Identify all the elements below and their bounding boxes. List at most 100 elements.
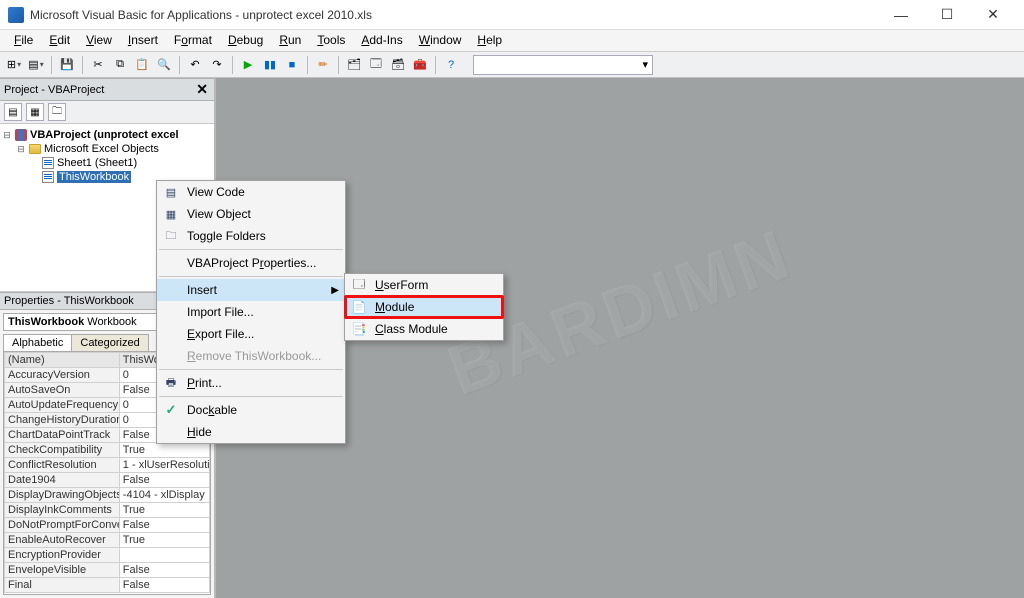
tab-categorized[interactable]: Categorized xyxy=(71,334,148,351)
property-value[interactable]: False xyxy=(119,578,209,593)
undo-button[interactable]: ↶ xyxy=(185,55,205,75)
property-value[interactable]: True xyxy=(119,443,209,458)
property-row[interactable]: EnableAutoRecoverTrue xyxy=(5,533,210,548)
copy-button[interactable]: ⧉ xyxy=(110,55,130,75)
procedure-combo[interactable]: ▾ xyxy=(473,55,653,75)
ctx-import-file[interactable]: Import File... xyxy=(157,301,345,323)
menu-insert[interactable]: Insert xyxy=(120,30,166,51)
property-value[interactable]: False xyxy=(119,518,209,533)
menu-debug[interactable]: Debug xyxy=(220,30,271,51)
ctx-toggle-folders[interactable]: 🗀Toggle Folders xyxy=(157,225,345,247)
submenu-arrow-icon: ▶ xyxy=(331,285,339,296)
menu-format[interactable]: Format xyxy=(166,30,220,51)
property-value[interactable]: False xyxy=(119,473,209,488)
menu-file[interactable]: File xyxy=(6,30,41,51)
ctx-insert[interactable]: Insert▶ xyxy=(157,279,345,301)
property-value[interactable]: True xyxy=(119,533,209,548)
property-value[interactable] xyxy=(119,548,209,563)
submenu-module[interactable]: 📄Module xyxy=(345,296,503,318)
tree-excel-objects[interactable]: ⊟ Microsoft Excel Objects xyxy=(2,142,212,156)
break-button[interactable]: ▮▮ xyxy=(260,55,280,75)
run-button[interactable]: ▶ xyxy=(238,55,258,75)
twist-icon[interactable]: ⊟ xyxy=(16,144,26,155)
minimize-button[interactable]: — xyxy=(878,0,924,30)
ctx-dockable[interactable]: ✓Dockable xyxy=(157,399,345,421)
title-bar: Microsoft Visual Basic for Applications … xyxy=(0,0,1024,30)
object-browser-button[interactable]: 🗃 xyxy=(388,55,408,75)
workbook-icon xyxy=(42,171,54,183)
ctx-print[interactable]: 🖶Print... xyxy=(157,372,345,394)
redo-button[interactable]: ↷ xyxy=(207,55,227,75)
property-name: EncryptionProvider xyxy=(5,548,120,563)
menu-run[interactable]: Run xyxy=(271,30,309,51)
property-row[interactable]: DisplayDrawingObjects-4104 - xlDisplay xyxy=(5,488,210,503)
property-row[interactable]: CheckCompatibilityTrue xyxy=(5,443,210,458)
ctx-view-object[interactable]: ▦View Object xyxy=(157,203,345,225)
print-icon: 🖶 xyxy=(161,374,181,392)
code-icon: ▤ xyxy=(161,183,181,201)
standard-toolbar: ⊞ ▤ 💾 ✂ ⧉ 📋 🔍 ↶ ↷ ▶ ▮▮ ■ ✏ 🗂 🗔 🗃 🧰 ? ▾ xyxy=(0,52,1024,78)
cut-button[interactable]: ✂ xyxy=(88,55,108,75)
tree-thisworkbook-label: ThisWorkbook xyxy=(57,171,131,183)
project-panel-toolbar: ▤ ▦ 🗀 xyxy=(0,101,214,124)
reset-button[interactable]: ■ xyxy=(282,55,302,75)
property-value[interactable]: 1 - xlUserResolution xyxy=(119,458,209,473)
project-explorer-button[interactable]: 🗂 xyxy=(344,55,364,75)
property-row[interactable]: ConflictResolution1 - xlUserResolution xyxy=(5,458,210,473)
insert-userform-button[interactable]: ▤ xyxy=(26,55,46,75)
insert-submenu: 🗔UserForm 📄Module 📑Class Module xyxy=(344,273,504,341)
tree-sheet1[interactable]: Sheet1 (Sheet1) xyxy=(2,156,212,170)
find-button[interactable]: 🔍 xyxy=(154,55,174,75)
view-object-icon[interactable]: ▦ xyxy=(26,103,44,121)
properties-panel-title-text: Properties - ThisWorkbook xyxy=(4,295,134,307)
tree-root-label: VBAProject (unprotect excel xyxy=(30,129,179,141)
property-row[interactable]: DisplayInkCommentsTrue xyxy=(5,503,210,518)
submenu-userform[interactable]: 🗔UserForm xyxy=(345,274,503,296)
property-row[interactable]: DoNotPromptForConvertFalse xyxy=(5,518,210,533)
view-microsoft-excel-button[interactable]: ⊞ xyxy=(4,55,24,75)
property-name: DisplayDrawingObjects xyxy=(5,488,120,503)
view-code-icon[interactable]: ▤ xyxy=(4,103,22,121)
property-value[interactable]: False xyxy=(119,563,209,578)
ctx-project-properties[interactable]: VBAProject Properties... xyxy=(157,252,345,274)
tab-alphabetic[interactable]: Alphabetic xyxy=(3,334,72,351)
toggle-folders-icon[interactable]: 🗀 xyxy=(48,103,66,121)
save-button[interactable]: 💾 xyxy=(57,55,77,75)
menu-tools[interactable]: Tools xyxy=(309,30,353,51)
close-button[interactable]: ✕ xyxy=(970,0,1016,30)
property-value[interactable]: -4104 - xlDisplay xyxy=(119,488,209,503)
property-name: (Name) xyxy=(5,353,120,368)
property-name: DisplayInkComments xyxy=(5,503,120,518)
userform-icon: 🗔 xyxy=(349,276,369,294)
menu-view[interactable]: View xyxy=(78,30,120,51)
help-button[interactable]: ? xyxy=(441,55,461,75)
property-value[interactable]: True xyxy=(119,503,209,518)
property-row[interactable]: EnvelopeVisibleFalse xyxy=(5,563,210,578)
ctx-hide[interactable]: Hide xyxy=(157,421,345,443)
property-name: Date1904 xyxy=(5,473,120,488)
maximize-button[interactable]: ☐ xyxy=(924,0,970,30)
ctx-export-file[interactable]: Export File... xyxy=(157,323,345,345)
menu-help[interactable]: Help xyxy=(469,30,510,51)
twist-icon[interactable]: ⊟ xyxy=(2,130,12,141)
property-row[interactable]: Date1904False xyxy=(5,473,210,488)
menu-edit[interactable]: Edit xyxy=(41,30,78,51)
window-title: Microsoft Visual Basic for Applications … xyxy=(30,8,878,22)
property-name: ConflictResolution xyxy=(5,458,120,473)
toolbox-button[interactable]: 🧰 xyxy=(410,55,430,75)
project-panel-title: Project - VBAProject ✕ xyxy=(0,78,214,101)
design-mode-button[interactable]: ✏ xyxy=(313,55,333,75)
ctx-view-code[interactable]: ▤View Code xyxy=(157,181,345,203)
paste-button[interactable]: 📋 xyxy=(132,55,152,75)
property-row[interactable]: FinalFalse xyxy=(5,578,210,593)
menu-addins[interactable]: Add-Ins xyxy=(353,30,410,51)
menu-window[interactable]: Window xyxy=(411,30,470,51)
tree-root[interactable]: ⊟ VBAProject (unprotect excel xyxy=(2,128,212,142)
vbaproject-icon xyxy=(15,129,27,141)
ctx-remove: Remove ThisWorkbook... xyxy=(157,345,345,367)
property-row[interactable]: EncryptionProvider xyxy=(5,548,210,563)
project-panel-close-icon[interactable]: ✕ xyxy=(194,81,210,98)
submenu-class-module[interactable]: 📑Class Module xyxy=(345,318,503,340)
property-name: EnableAutoRecover xyxy=(5,533,120,548)
properties-window-button[interactable]: 🗔 xyxy=(366,55,386,75)
